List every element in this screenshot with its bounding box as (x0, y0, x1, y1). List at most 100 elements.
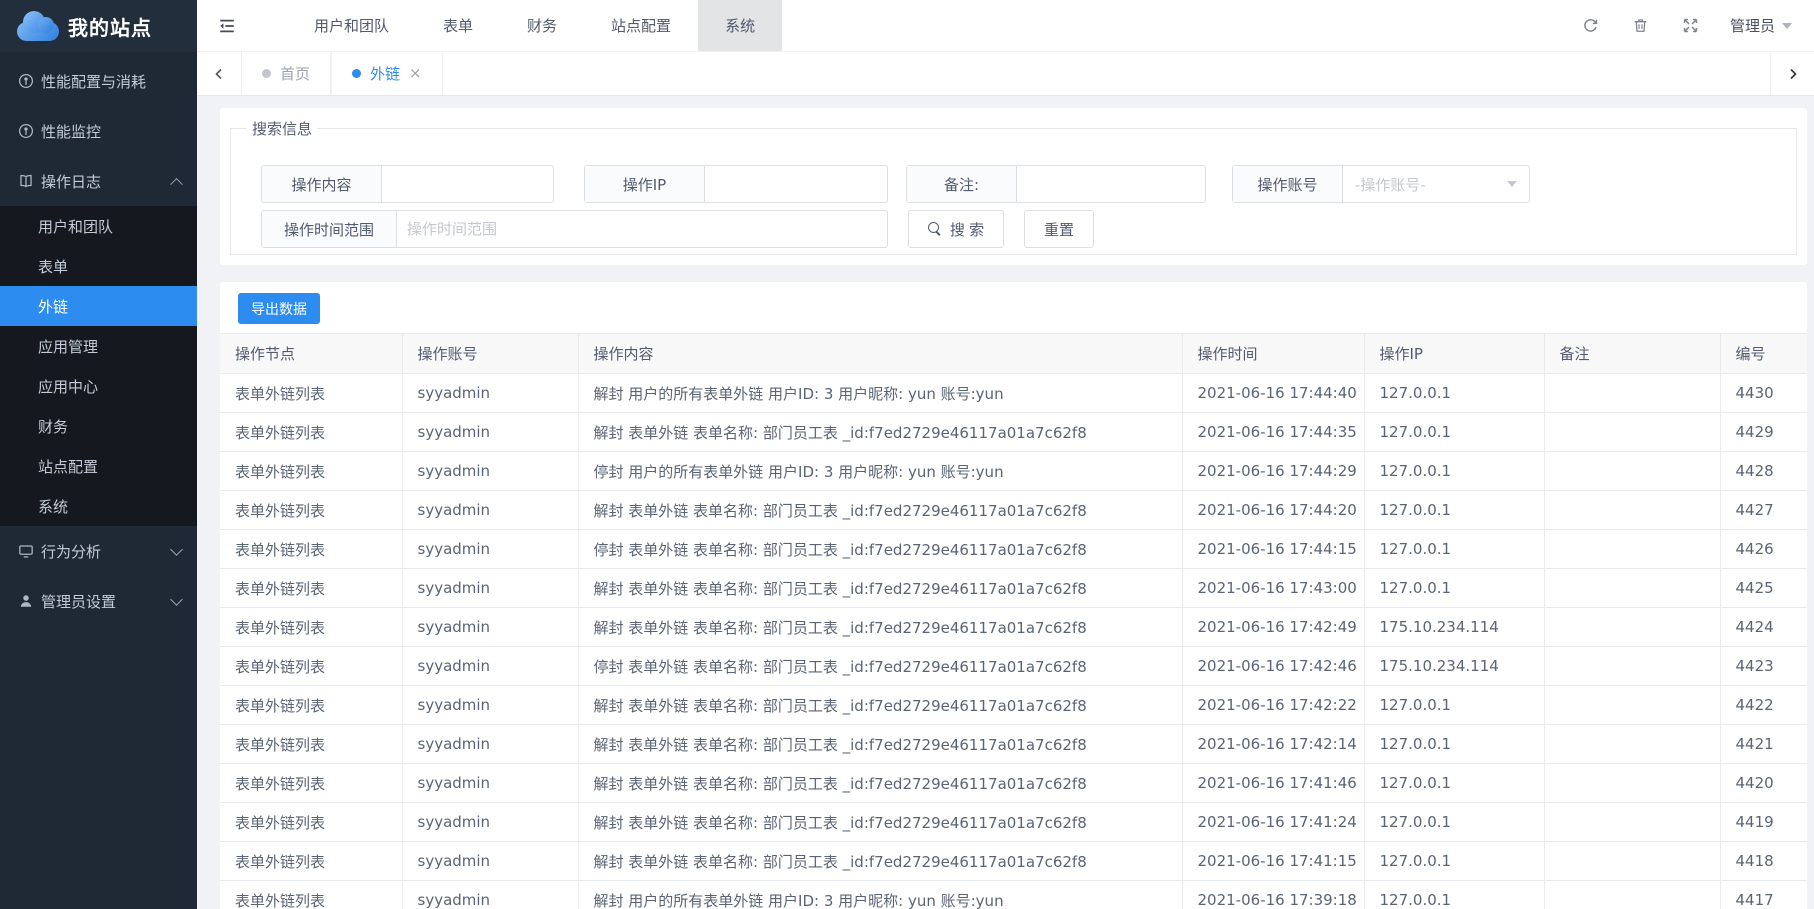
tabs-scroll-left-button[interactable] (197, 52, 241, 95)
sidebar-item-operation-log[interactable]: 操作日志 (0, 156, 197, 206)
cell-remark (1544, 764, 1720, 803)
sidebar-item-behavior-analysis[interactable]: 行为分析 (0, 526, 197, 576)
nav-item-site-config[interactable]: 站点配置 (584, 0, 698, 51)
search-button[interactable]: 搜 索 (908, 210, 1004, 248)
sidebar-subitem-external-links[interactable]: 外链 (0, 286, 197, 326)
sidebar-subitem-finance[interactable]: 财务 (0, 406, 197, 446)
signal-icon (18, 123, 34, 139)
cell-ip: 127.0.0.1 (1364, 881, 1544, 909)
cell-time: 2021-06-16 17:41:24 (1182, 803, 1364, 842)
table-row: 表单外链列表syyadmin停封 表单外链 表单名称: 部门员工表 _id:f7… (220, 647, 1807, 686)
table-row: 表单外链列表syyadmin解封 表单外链 表单名称: 部门员工表 _id:f7… (220, 491, 1807, 530)
tab-dot-icon (352, 69, 361, 78)
sidebar-subitem-users-teams[interactable]: 用户和团队 (0, 206, 197, 246)
cell-remark (1544, 452, 1720, 491)
time-range-field-label: 操作时间范围 (262, 211, 397, 247)
cell-time: 2021-06-16 17:41:15 (1182, 842, 1364, 881)
content-input[interactable] (382, 166, 553, 202)
site-logo[interactable]: 我的站点 (0, 0, 197, 52)
nav-item-system[interactable]: 系统 (698, 0, 782, 51)
sidebar: 我的站点 性能配置与消耗 性能监控 操作日志 用户和团队 表单 外链 (0, 0, 197, 909)
nav-item-forms[interactable]: 表单 (416, 0, 500, 51)
cell-remark (1544, 413, 1720, 452)
sidebar-item-admin-settings[interactable]: 管理员设置 (0, 576, 197, 626)
cell-ip: 127.0.0.1 (1364, 530, 1544, 569)
cell-id: 4427 (1720, 491, 1807, 530)
col-header-node: 操作节点 (220, 334, 402, 374)
sidebar-subitem-site-config[interactable]: 站点配置 (0, 446, 197, 486)
close-icon[interactable]: × (409, 66, 422, 81)
cloud-logo-icon (14, 11, 60, 41)
cell-id: 4421 (1720, 725, 1807, 764)
nav-item-users-teams[interactable]: 用户和团队 (287, 0, 416, 51)
site-title: 我的站点 (68, 12, 152, 41)
cell-content: 解封 用户的所有表单外链 用户ID: 3 用户昵称: yun 账号:yun (578, 881, 1182, 909)
operation-log-table: 操作节点 操作账号 操作内容 操作时间 操作IP 备注 编号 表单外链列表syy… (220, 333, 1807, 909)
content-field-label: 操作内容 (262, 166, 382, 202)
export-data-button[interactable]: 导出数据 (238, 293, 320, 324)
nav-label: 财务 (527, 15, 557, 36)
time-range-input[interactable] (397, 211, 887, 247)
cell-account: syyadmin (402, 647, 578, 686)
nav-label: 用户和团队 (314, 15, 389, 36)
remark-input[interactable] (1017, 166, 1205, 202)
ip-input[interactable] (705, 166, 887, 202)
monitor-icon (18, 543, 34, 559)
trash-icon[interactable] (1616, 17, 1666, 34)
sidebar-item-label: 性能监控 (41, 121, 101, 142)
signal-icon (18, 73, 34, 89)
cell-id: 4426 (1720, 530, 1807, 569)
nav-item-finance[interactable]: 财务 (500, 0, 584, 51)
cell-ip: 127.0.0.1 (1364, 413, 1544, 452)
refresh-icon[interactable] (1566, 17, 1616, 34)
sidebar-subitem-forms[interactable]: 表单 (0, 246, 197, 286)
tab-external-links[interactable]: 外链 × (331, 52, 443, 95)
cell-account: syyadmin (402, 881, 578, 909)
sidebar-item-performance-config[interactable]: 性能配置与消耗 (0, 56, 197, 106)
sidebar-subitem-app-center[interactable]: 应用中心 (0, 366, 197, 406)
chevron-down-icon (170, 543, 183, 556)
cell-time: 2021-06-16 17:44:20 (1182, 491, 1364, 530)
cell-node: 表单外链列表 (220, 881, 402, 909)
cell-id: 4418 (1720, 842, 1807, 881)
cell-content: 解封 表单外链 表单名称: 部门员工表 _id:f7ed2729e46117a0… (578, 608, 1182, 647)
time-range-field-group: 操作时间范围 (261, 210, 888, 248)
tab-home[interactable]: 首页 (241, 52, 331, 95)
ip-field-group: 操作IP (584, 165, 888, 203)
cell-node: 表单外链列表 (220, 452, 402, 491)
cell-content: 停封 表单外链 表单名称: 部门员工表 _id:f7ed2729e46117a0… (578, 647, 1182, 686)
admin-user-icon (18, 593, 34, 609)
fullscreen-icon[interactable] (1666, 17, 1716, 34)
cell-id: 4429 (1720, 413, 1807, 452)
cell-ip: 175.10.234.114 (1364, 647, 1544, 686)
table-row: 表单外链列表syyadmin停封 表单外链 表单名称: 部门员工表 _id:f7… (220, 530, 1807, 569)
cell-node: 表单外链列表 (220, 686, 402, 725)
cell-content: 停封 用户的所有表单外链 用户ID: 3 用户昵称: yun 账号:yun (578, 452, 1182, 491)
cell-time: 2021-06-16 17:44:40 (1182, 374, 1364, 413)
user-menu[interactable]: 管理员 (1730, 15, 1792, 36)
col-header-content: 操作内容 (578, 334, 1182, 374)
reset-button[interactable]: 重置 (1024, 210, 1094, 248)
sidebar-subitem-system[interactable]: 系统 (0, 486, 197, 526)
cell-time: 2021-06-16 17:44:35 (1182, 413, 1364, 452)
subitem-label: 用户和团队 (38, 216, 113, 237)
cell-account: syyadmin (402, 491, 578, 530)
table-row: 表单外链列表syyadmin解封 表单外链 表单名称: 部门员工表 _id:f7… (220, 803, 1807, 842)
account-select[interactable]: -操作账号- (1343, 166, 1529, 202)
sidebar-item-performance-monitor[interactable]: 性能监控 (0, 106, 197, 156)
cell-content: 解封 表单外链 表单名称: 部门员工表 _id:f7ed2729e46117a0… (578, 569, 1182, 608)
table-row: 表单外链列表syyadmin停封 用户的所有表单外链 用户ID: 3 用户昵称:… (220, 452, 1807, 491)
remark-field-group: 备注: (906, 165, 1206, 203)
cell-ip: 127.0.0.1 (1364, 491, 1544, 530)
cell-node: 表单外链列表 (220, 803, 402, 842)
collapse-menu-button[interactable] (197, 0, 257, 51)
cell-account: syyadmin (402, 413, 578, 452)
navbar-tools: 管理员 (1566, 0, 1814, 51)
search-row-1: 操作内容 操作IP 备注: 操作账号 -操作账号- (261, 165, 1776, 203)
table-row: 表单外链列表syyadmin解封 用户的所有表单外链 用户ID: 3 用户昵称:… (220, 374, 1807, 413)
cell-content: 解封 表单外链 表单名称: 部门员工表 _id:f7ed2729e46117a0… (578, 803, 1182, 842)
cell-id: 4417 (1720, 881, 1807, 909)
tabs-scroll-right-button[interactable] (1770, 52, 1814, 95)
cell-id: 4422 (1720, 686, 1807, 725)
sidebar-subitem-app-management[interactable]: 应用管理 (0, 326, 197, 366)
